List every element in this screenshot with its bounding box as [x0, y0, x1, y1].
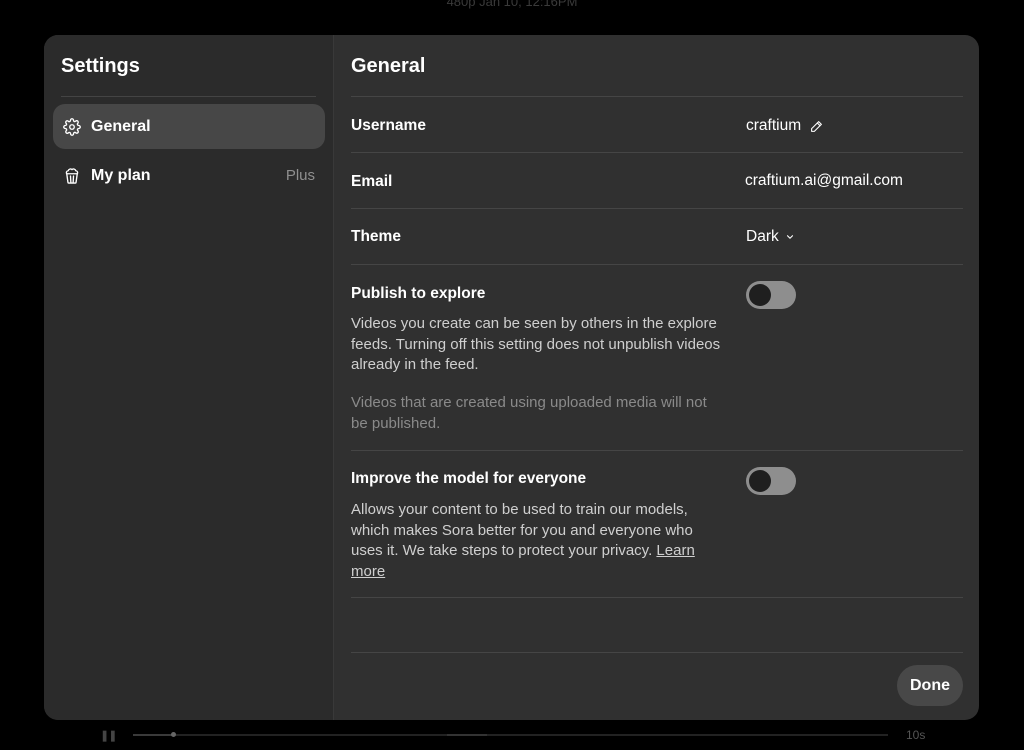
- email-label: Email: [351, 173, 393, 190]
- done-button[interactable]: Done: [897, 665, 963, 706]
- page-title: General: [351, 55, 426, 77]
- sidebar-item-label: General: [91, 117, 151, 135]
- toggle-knob: [749, 470, 771, 492]
- divider: [351, 208, 963, 209]
- footer-divider: [351, 652, 963, 653]
- improve-toggle[interactable]: [746, 467, 796, 495]
- toggle-knob: [749, 284, 771, 306]
- pencil-icon[interactable]: [810, 120, 823, 133]
- divider: [351, 96, 963, 97]
- plan-badge: Plus: [285, 167, 315, 184]
- email-value: craftium.ai@gmail.com: [745, 172, 903, 189]
- divider: [351, 264, 963, 265]
- improve-description: Allows your content to be used to train …: [351, 500, 723, 582]
- divider: [351, 597, 963, 598]
- sidebar-item-general[interactable]: General: [53, 104, 325, 149]
- publish-description: Videos you create can be seen by others …: [351, 315, 721, 373]
- video-progress-segment: [447, 734, 487, 736]
- divider: [351, 450, 963, 451]
- popcorn-icon: [63, 167, 81, 185]
- pause-icon[interactable]: ❚❚: [100, 729, 117, 742]
- video-progress-fill: [133, 734, 173, 736]
- theme-value: Dark: [746, 228, 779, 245]
- settings-content: General Username craftium Email craftium…: [351, 35, 963, 720]
- publish-label: Publish to explore: [351, 285, 486, 302]
- username-label: Username: [351, 117, 426, 134]
- video-progress-handle[interactable]: [171, 732, 176, 737]
- divider: [351, 152, 963, 153]
- theme-select[interactable]: Dark: [746, 228, 795, 246]
- theme-label: Theme: [351, 228, 401, 245]
- video-duration: 10s: [906, 728, 926, 742]
- publish-toggle[interactable]: [746, 281, 796, 309]
- settings-modal: Settings General My plan Plus General Us…: [44, 35, 979, 720]
- improve-description-text: Allows your content to be used to train …: [351, 501, 693, 559]
- gear-icon: [63, 117, 81, 136]
- username-field[interactable]: craftium: [746, 117, 823, 135]
- improve-label: Improve the model for everyone: [351, 470, 587, 487]
- sidebar-item-label: My plan: [91, 166, 151, 184]
- publish-note: Videos that are created using uploaded m…: [351, 394, 707, 432]
- username-value: craftium: [746, 117, 802, 134]
- settings-sidebar: Settings General My plan Plus: [44, 35, 334, 720]
- sidebar-item-my-plan[interactable]: My plan Plus: [53, 153, 325, 198]
- video-progress-track[interactable]: [133, 734, 888, 736]
- chevron-down-icon: [785, 232, 795, 242]
- video-meta-text: 480p Jan 10, 12:16PM: [446, 0, 578, 9]
- sidebar-divider: [61, 96, 316, 97]
- sidebar-title: Settings: [61, 55, 140, 77]
